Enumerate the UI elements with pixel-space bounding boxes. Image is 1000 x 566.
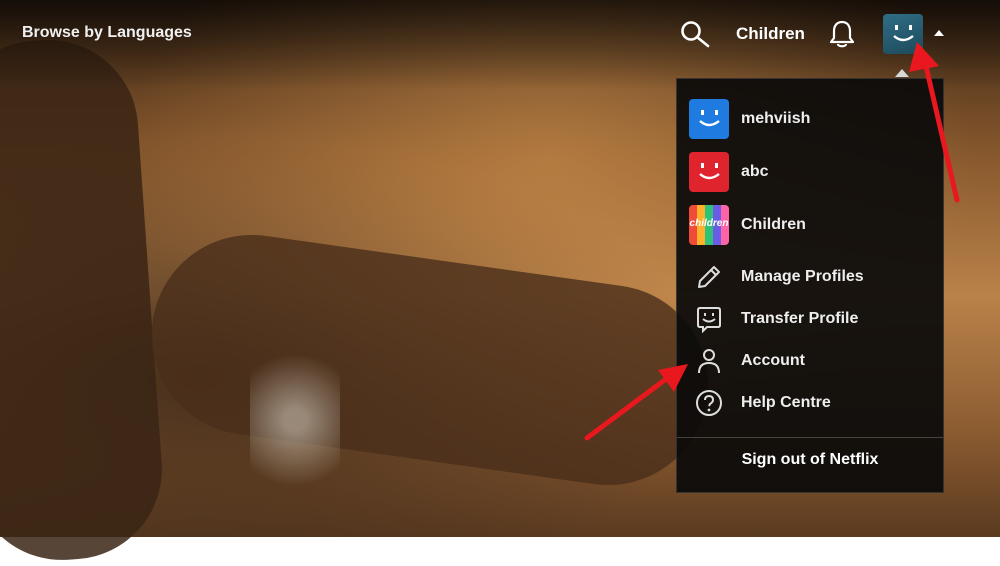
menu-item-label: Help Centre (741, 394, 831, 411)
bell-icon[interactable] (828, 19, 856, 49)
background-arm (0, 34, 168, 566)
avatar: children (689, 205, 729, 245)
menu-divider (677, 437, 943, 438)
profile-name: Children (741, 216, 806, 233)
browse-by-languages-link[interactable]: Browse by Languages (22, 24, 192, 42)
search-icon[interactable] (680, 20, 710, 48)
annotation-arrow-account (584, 364, 688, 441)
sign-out-link[interactable]: Sign out of Netflix (677, 451, 943, 469)
manage-profiles-item[interactable]: Manage Profiles (687, 256, 937, 298)
annotation-arrow-profile (909, 42, 960, 203)
account-item[interactable]: Account (687, 340, 937, 382)
profile-name: mehviish (741, 110, 811, 127)
profile-item-children[interactable]: children Children (687, 204, 937, 246)
background-bracelet (250, 320, 340, 520)
menu-item-label: Transfer Profile (741, 310, 859, 327)
transfer-profile-item[interactable]: Transfer Profile (687, 298, 937, 340)
transfer-profile-icon (697, 307, 721, 333)
avatar (689, 99, 729, 139)
pencil-icon (698, 266, 720, 288)
caret-up-icon[interactable] (934, 30, 944, 36)
smile-icon (699, 110, 720, 127)
menu-item-label: Manage Profiles (741, 268, 864, 285)
help-centre-item[interactable]: Help Centre (687, 382, 937, 424)
profile-name: abc (741, 163, 769, 180)
menu-item-label: Account (741, 352, 805, 369)
person-icon (698, 349, 720, 374)
avatar (689, 152, 729, 192)
smile-icon (699, 163, 720, 180)
help-icon (696, 390, 722, 416)
current-profile-link[interactable]: Children (736, 24, 805, 44)
kids-badge: children (689, 218, 729, 229)
